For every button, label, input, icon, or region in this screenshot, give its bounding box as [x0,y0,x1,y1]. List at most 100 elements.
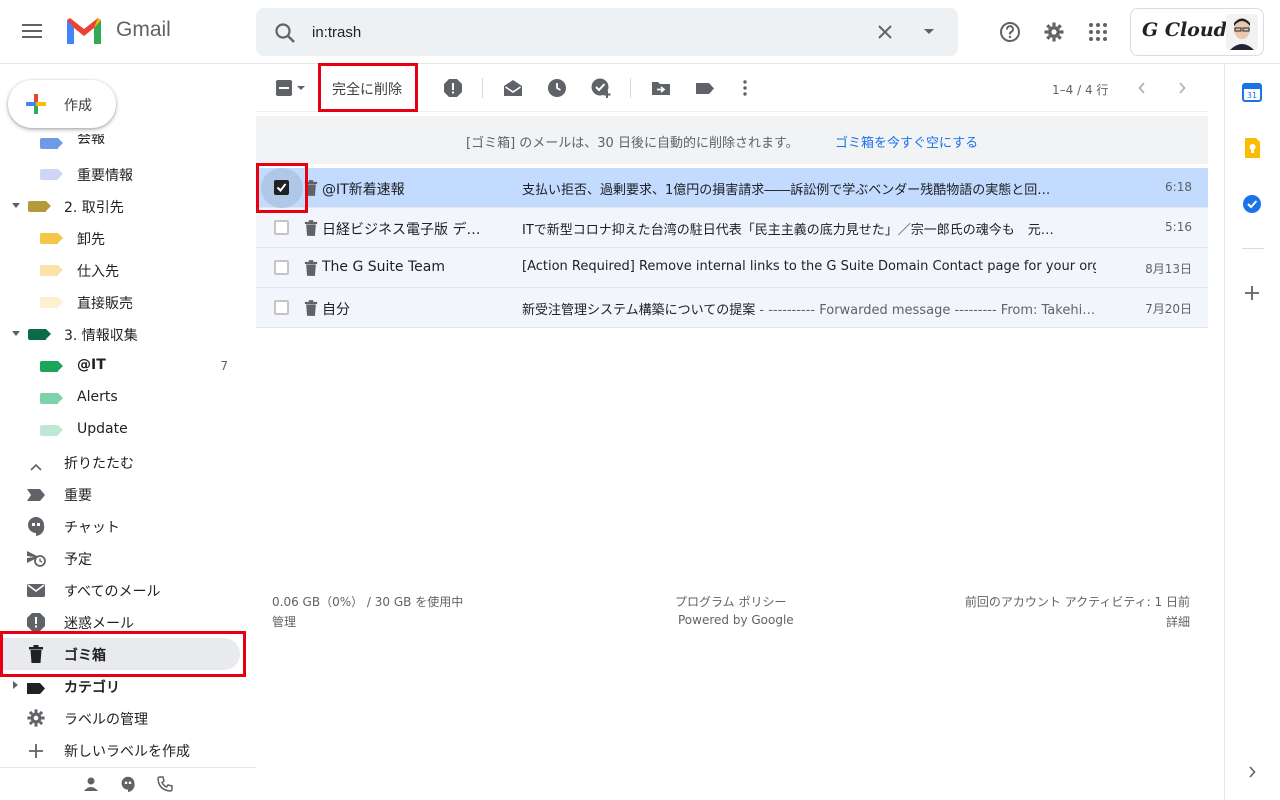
sidebar-item-alerts[interactable]: Alerts [0,382,256,414]
search-input[interactable] [312,20,852,44]
sidebar-item-label: カテゴリ [64,680,120,696]
row-checkbox[interactable] [274,180,289,195]
email-subject-text: [Action Required] Remove internal links … [522,259,1096,274]
sidebar-item-label: 会報 [77,134,105,147]
table-row[interactable]: The G Suite Team [Action Required] Remov… [256,248,1208,288]
sidebar-item-info-gathering[interactable]: 3. 情報収集 [0,318,256,350]
phone-call-icon[interactable] [157,776,173,796]
label-tag-icon [28,329,51,340]
avatar[interactable] [1226,14,1258,50]
expand-down-icon[interactable] [12,203,20,208]
sidebar-item-label: 迷惑メール [64,616,134,632]
label-tag-icon [40,425,63,436]
sidebar-item-atmarkit[interactable]: @IT 7 [0,350,256,382]
contacts-person-icon[interactable] [83,776,99,796]
label-tag-icon [40,169,63,180]
gmail-logo-icon[interactable] [64,16,104,48]
expand-side-panel-icon[interactable] [1240,760,1264,784]
chevron-left-icon[interactable] [1130,76,1154,100]
email-sender: 日経ビジネス電子版 デ… [322,222,481,238]
sidebar-item-important[interactable]: 重要 [0,478,256,510]
program-policies-link[interactable]: プログラム ポリシー [675,593,786,610]
sidebar-item-label: 3. 情報収集 [64,328,138,344]
settings-gear-icon[interactable] [1034,12,1074,52]
hangouts-chat-icon[interactable] [120,776,136,796]
search-icon[interactable] [274,22,296,44]
sidebar-item-trash[interactable]: ゴミ箱 [0,638,240,670]
sidebar-item-spam[interactable]: 迷惑メール [0,606,256,638]
manage-storage-link[interactable]: 管理 [272,613,296,630]
label-tag-icon [40,233,63,244]
sidebar-item-direct-sales[interactable]: 直接販売 [0,286,256,318]
row-checkbox[interactable] [274,220,289,235]
toolbar-separator [630,78,631,98]
email-sender: The G Suite Team [322,259,445,275]
sidebar-item-suppliers[interactable]: 仕入先 [0,254,256,286]
sidebar-item-label: 折りたたむ [64,456,134,472]
chat-bubble-icon [26,516,46,540]
keep-notes-icon[interactable] [1240,136,1264,160]
mark-as-read-icon[interactable] [501,76,525,100]
sidebar-item-clients[interactable]: 2. 取引先 [0,190,256,222]
move-to-folder-icon[interactable] [649,76,673,100]
get-addons-plus-icon[interactable] [1240,281,1264,305]
select-dropdown-icon[interactable] [294,76,308,100]
sidebar-item-chat[interactable]: チャット [0,510,256,542]
gear-icon [26,708,46,732]
more-options-icon[interactable] [733,76,757,100]
sidebar-item-newsletter[interactable]: 会報 [0,134,256,152]
email-date: 5:16 [1165,220,1192,234]
chevron-right-icon[interactable] [1170,76,1194,100]
search-options-dropdown-icon[interactable] [909,12,949,52]
app-name[interactable]: Gmail [116,18,171,42]
sidebar-item-all-mail[interactable]: すべてのメール [0,574,256,606]
email-snippet: - ---------- Forwarded message ---------… [755,303,1096,318]
add-to-tasks-icon[interactable] [589,76,613,100]
email-date: 6:18 [1165,180,1192,194]
table-row[interactable]: @IT新着速報 支払い拒否、過剰要求、1億円の損害請求――訴訟例で学ぶベンダー残… [256,168,1208,208]
sidebar-item-update[interactable]: Update [0,414,256,446]
label-tag-icon [40,361,63,372]
sidebar-item-manage-labels[interactable]: ラベルの管理 [0,702,256,734]
sidebar-item-create-label[interactable]: 新しいラベルを作成 [0,734,256,766]
sidebar-item-label: すべてのメール [64,584,161,600]
scheduled-send-icon [26,549,46,571]
calendar-icon[interactable]: 31 [1240,80,1264,104]
sidebar-item-categories[interactable]: カテゴリ [0,670,256,702]
label-tag-icon [40,265,63,276]
activity-details-link[interactable]: 詳細 [1166,613,1190,630]
sidebar-item-label: チャット [64,520,120,536]
banner-text: [ゴミ箱] のメールは、30 日後に自動的に削除されます。 [466,136,799,151]
main-menu-button[interactable] [20,20,50,44]
expand-right-icon[interactable] [13,681,18,689]
label-icon [26,680,46,699]
mail-envelope-icon [26,583,46,602]
row-checkbox[interactable] [274,300,289,315]
delete-forever-button[interactable]: 完全に削除 [332,79,402,99]
empty-trash-now-link[interactable]: ゴミ箱を今すぐ空にする [835,132,978,151]
sidebar-item-important-info[interactable]: 重要情報 [0,158,256,190]
snooze-clock-icon[interactable] [545,76,569,100]
sidebar-divider [0,767,256,768]
table-row[interactable]: 自分 新受注管理システム構築についての提案 - ---------- Forwa… [256,288,1208,328]
help-icon[interactable] [990,12,1030,52]
select-all-checkbox[interactable] [272,76,296,100]
expand-down-icon[interactable] [12,331,20,336]
tasks-icon[interactable] [1240,192,1264,216]
report-spam-icon[interactable] [441,76,465,100]
sidebar-item-collapse[interactable]: 折りたたむ [0,446,256,478]
row-checkbox[interactable] [274,260,289,275]
email-subject-text: 支払い拒否、過剰要求、1億円の損害請求――訴訟例で学ぶベンダー残酷物語の実態と回… [522,183,1051,198]
sidebar-item-wholesale[interactable]: 卸先 [0,222,256,254]
trash-icon [304,220,318,236]
clear-search-icon[interactable] [865,12,905,52]
last-account-activity: 前回のアカウント アクティビティ: 1 日前 [964,595,1190,609]
table-row[interactable]: 日経ビジネス電子版 デ… ITで新型コロナ抑えた台湾の駐日代表「民主主義の底力見… [256,208,1208,248]
apps-grid-icon[interactable] [1078,12,1118,52]
powered-by-google: Powered by Google [678,613,794,627]
sidebar-item-label: ゴミ箱 [64,648,106,664]
label-as-icon[interactable] [693,76,717,100]
sidebar-item-scheduled[interactable]: 予定 [0,542,256,574]
email-date: 7月20日 [1145,302,1192,316]
toolbar-separator [482,78,483,98]
